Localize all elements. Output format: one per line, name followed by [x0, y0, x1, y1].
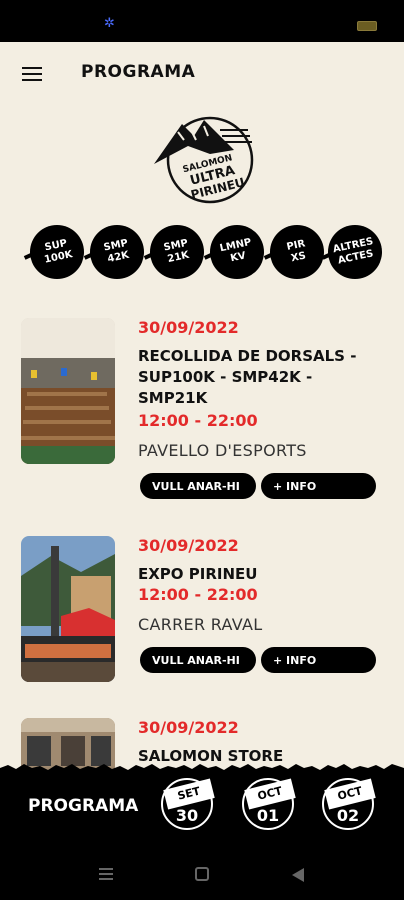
event-time: 12:00 - 22:00 — [138, 411, 258, 430]
recents-icon[interactable] — [99, 867, 113, 881]
event-location: CARRER RAVAL — [138, 615, 263, 634]
category-filter-row: SUP 100K SMP 42K SMP 21K LMNP KV PIR XS … — [30, 225, 382, 281]
category-sup100k[interactable]: SUP 100K — [30, 225, 84, 279]
event-photo[interactable] — [21, 318, 115, 464]
app-bar: PROGRAMA — [0, 42, 404, 104]
day-selector-set-30[interactable]: SET 30 — [161, 778, 215, 830]
day-selector-oct-01[interactable]: OCT 01 — [242, 778, 296, 830]
settings-notification-icon: ✲ — [104, 16, 115, 31]
status-bar: ✲ — [0, 0, 404, 42]
event-time: 12:00 - 22:00 — [138, 585, 258, 604]
category-smp21k[interactable]: SMP 21K — [150, 225, 204, 279]
event-date: 30/09/2022 — [138, 318, 239, 337]
bottom-day-selector: PROGRAMA SET 30 OCT 01 OCT 02 — [0, 770, 404, 850]
category-altres-actes[interactable]: ALTRES ACTES — [328, 225, 382, 279]
back-icon[interactable] — [292, 868, 304, 882]
bottom-title: PROGRAMA — [28, 796, 139, 816]
salomon-ultra-pirineu-logo: SALOMON ULTRA PIRINEU — [154, 116, 254, 204]
event-title: EXPO PIRINEU — [138, 565, 258, 583]
hamburger-menu-icon[interactable] — [22, 67, 42, 81]
event-photo[interactable] — [21, 536, 115, 682]
category-pir-xs[interactable]: PIR XS — [270, 225, 324, 279]
category-smp42k[interactable]: SMP 42K — [90, 225, 144, 279]
vull-anar-hi-button[interactable]: VULL ANAR-HI — [140, 647, 256, 673]
battery-icon — [357, 21, 377, 31]
vull-anar-hi-button[interactable]: VULL ANAR-HI — [140, 473, 256, 499]
event-title: RECOLLIDA DE DORSALS - SUP100K - SMP42K … — [138, 347, 357, 407]
event-date: 30/09/2022 — [138, 536, 239, 555]
home-icon[interactable] — [195, 867, 209, 881]
event-location: PAVELLO D'ESPORTS — [138, 441, 307, 460]
day-selector-oct-02[interactable]: OCT 02 — [322, 778, 376, 830]
more-info-button[interactable]: + INFO — [261, 647, 376, 673]
event-date: 30/09/2022 — [138, 718, 239, 737]
page-title: PROGRAMA — [81, 62, 196, 82]
system-navigation-bar — [0, 850, 404, 900]
more-info-button[interactable]: + INFO — [261, 473, 376, 499]
category-lmnp-kv[interactable]: LMNP KV — [210, 225, 264, 279]
